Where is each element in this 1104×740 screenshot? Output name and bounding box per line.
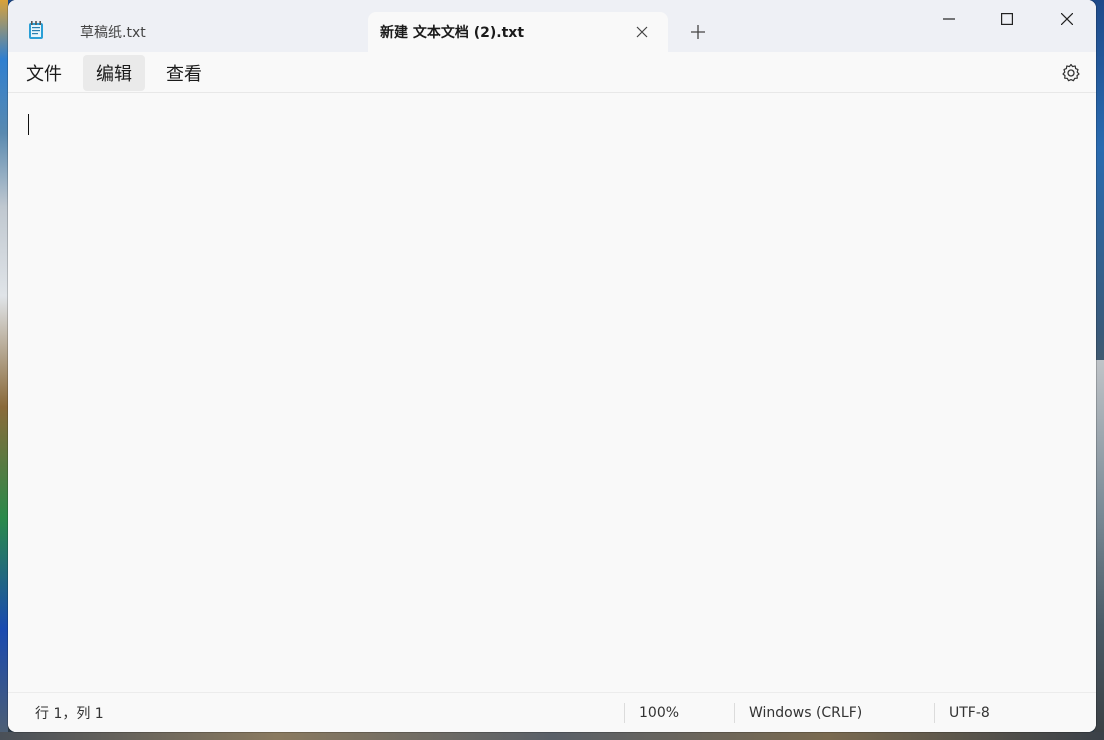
encoding[interactable]: UTF-8 (934, 703, 990, 723)
tab-label: 新建 文本文档 (2).txt (380, 25, 525, 41)
desktop-background-bottom (0, 732, 1104, 740)
menu-bar: 文件 编辑 查看 (8, 52, 1096, 93)
desktop-background-left (0, 0, 8, 740)
menu-edit[interactable]: 编辑 (83, 55, 145, 91)
text-editor-area[interactable] (8, 93, 1096, 691)
line-ending[interactable]: Windows (CRLF) (734, 703, 862, 723)
zoom-level[interactable]: 100% (624, 703, 679, 723)
plus-icon[interactable] (686, 20, 710, 44)
notepad-app-icon (28, 20, 44, 40)
cursor-position: 行 1，列 1 (35, 706, 104, 722)
tab-label: 草稿纸.txt (80, 25, 146, 41)
tab-scratch[interactable]: 草稿纸.txt (68, 12, 368, 52)
menu-file[interactable]: 文件 (13, 55, 75, 91)
maximize-icon[interactable] (978, 0, 1036, 38)
status-bar: 行 1，列 1 100% Windows (CRLF) UTF-8 (8, 692, 1096, 732)
close-tab-icon[interactable] (632, 22, 652, 42)
tab-bar: 草稿纸.txt 新建 文本文档 (2).txt (8, 0, 1096, 52)
notepad-window: 草稿纸.txt 新建 文本文档 (2).txt 文件 编辑 查看 行 1，列 1… (8, 0, 1096, 732)
tab-new-document[interactable]: 新建 文本文档 (2).txt (368, 12, 668, 52)
close-icon[interactable] (1038, 0, 1096, 38)
gear-icon[interactable] (1058, 60, 1084, 86)
minimize-icon[interactable] (920, 0, 978, 38)
menu-view[interactable]: 查看 (153, 55, 215, 91)
text-caret (28, 114, 29, 135)
